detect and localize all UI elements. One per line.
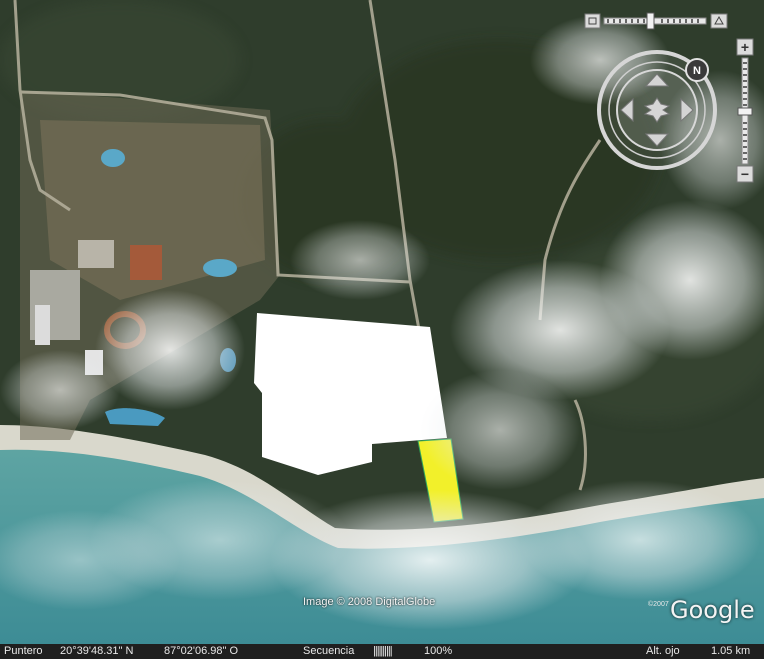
compass-north-button[interactable]: N bbox=[685, 58, 709, 82]
pointer-label: Puntero bbox=[4, 645, 43, 657]
logo-copyright-year: ©2007 bbox=[648, 601, 669, 608]
google-logo: Google bbox=[670, 596, 755, 624]
eye-altitude-value: 1.05 km bbox=[711, 645, 751, 657]
tilt-slider-thumb[interactable] bbox=[646, 12, 655, 30]
imagery-attribution: Image © 2008 DigitalGlobe bbox=[303, 596, 436, 608]
zoom-out-label: − bbox=[741, 166, 749, 182]
eye-altitude-label: Alt. ojo bbox=[646, 645, 680, 657]
streaming-progress-bars: |||||||||| bbox=[373, 645, 393, 657]
zoom-in-button[interactable]: + bbox=[736, 38, 754, 56]
zoom-slider-thumb[interactable] bbox=[737, 107, 753, 116]
status-bar: Puntero 20°39'48.31" N 87°02'06.98" O Se… bbox=[0, 644, 764, 659]
zoom-in-label: + bbox=[741, 39, 749, 55]
pointer-latitude: 20°39'48.31" N bbox=[60, 645, 134, 657]
compass-north-label: N bbox=[693, 65, 701, 77]
streaming-label: Secuencia bbox=[303, 645, 355, 657]
streaming-percent: 100% bbox=[424, 645, 453, 657]
map-view[interactable]: N + − Image © 2008 DigitalGlobe ©2007 Go… bbox=[0, 0, 764, 659]
pointer-longitude: 87°02'06.98" O bbox=[164, 645, 239, 657]
zoom-out-button[interactable]: − bbox=[736, 165, 754, 183]
tilt-slider[interactable] bbox=[584, 11, 730, 31]
navigation-compass[interactable]: N bbox=[595, 48, 721, 172]
tilt-top-view-icon[interactable] bbox=[584, 13, 601, 29]
zoom-slider[interactable]: + − bbox=[736, 38, 756, 184]
tilt-horizon-icon[interactable] bbox=[710, 13, 728, 29]
